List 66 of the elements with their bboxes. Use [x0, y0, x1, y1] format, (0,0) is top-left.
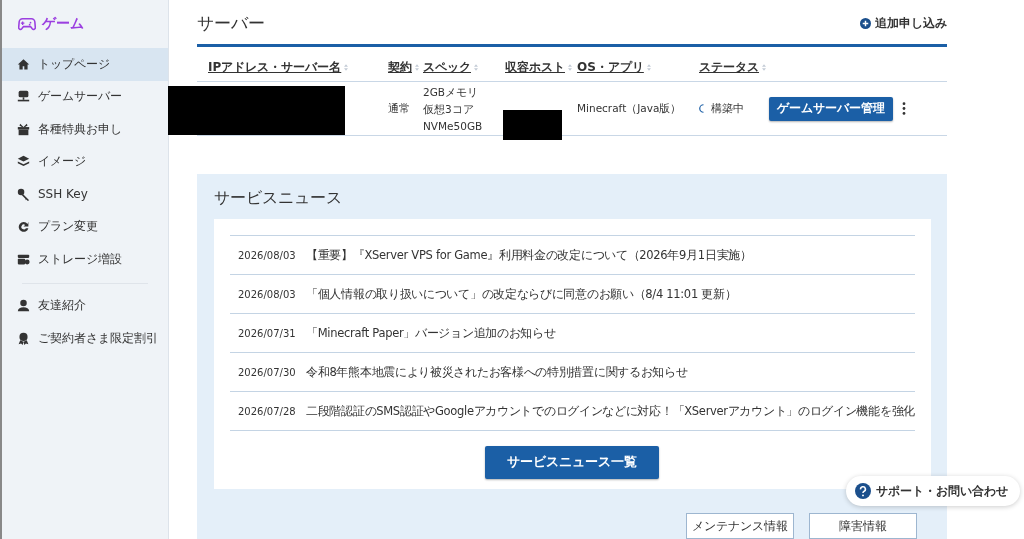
sidebar-item[interactable]: イメージ	[2, 145, 168, 178]
plus-icon	[859, 17, 871, 29]
spinner-icon	[699, 104, 705, 114]
news-title: サービスニュース	[214, 188, 343, 209]
sidebar-item[interactable]: ゲームサーバー	[2, 80, 168, 113]
spec-line: 仮想3コア	[423, 102, 475, 117]
person-icon	[17, 299, 30, 313]
table-cell-text: Minecraft（Java版）	[577, 101, 683, 116]
spec-line: NVMe50GB	[423, 119, 484, 132]
news-text: 二段階認証のSMS認証やGoogleアカウントでのログインなどに対応！「XServerアカウント」のログイン機能を強化	[306, 403, 915, 419]
redaction-block	[503, 110, 562, 140]
info-button[interactable]: メンテナンス情報	[685, 513, 794, 539]
sidebar-item[interactable]: プラン変更	[2, 210, 168, 243]
sort-icon	[568, 64, 572, 72]
medal-icon	[17, 331, 30, 345]
sidebar-item[interactable]: ストレージ増設	[2, 243, 168, 276]
column-header[interactable]: 収容ホスト	[505, 59, 565, 77]
news-text: 令和8年熊本地震により被災されたお客様への特別措置に関するお知らせ	[306, 364, 688, 380]
column-header[interactable]: IPアドレス・サーバー名	[208, 59, 342, 77]
gift-icon	[17, 122, 30, 136]
table-cell-text: 通常	[388, 101, 411, 116]
sidebar-item[interactable]: ご契約者さま限定割引	[2, 322, 168, 355]
home-icon	[17, 57, 30, 71]
more-icon[interactable]	[902, 102, 906, 116]
spec-line: 2GBメモリ	[423, 85, 480, 100]
sort-icon	[415, 64, 419, 72]
news-text: 【重要】『XServer VPS for Game』利用料金の改定について（2026年9月1日実施）	[306, 247, 752, 263]
refresh-icon	[17, 220, 30, 234]
sidebar-item[interactable]: 友達紹介	[2, 289, 168, 322]
news-date: 2026/07/28	[237, 405, 297, 417]
layers-icon	[17, 155, 30, 169]
news-text: 「個人情報の取り扱いについて」の改定ならびに同意のお願い（8/4 11:01 更新）	[306, 286, 737, 302]
news-item[interactable]: 2026/08/03 【重要】『XServer VPS for Game』利用料金の改定について（2026年9月1日実施）	[230, 235, 915, 274]
server-icon	[17, 90, 30, 104]
news-text: 「Minecraft Paper」バージョン追加のお知らせ	[306, 325, 556, 341]
news-date: 2026/08/03	[237, 249, 297, 261]
sort-icon	[474, 64, 478, 72]
news-item[interactable]: 2026/07/30 令和8年熊本地震により被災されたお客様への特別措置に関するお知らせ	[230, 352, 915, 391]
gamepad-icon	[18, 17, 36, 31]
news-date: 2026/07/30	[237, 366, 297, 378]
sidebar-item[interactable]: 各種特典お申し	[2, 113, 168, 146]
add-request-link[interactable]: 追加申し込み	[859, 14, 947, 32]
column-header[interactable]: OS・アプリ	[577, 59, 644, 77]
column-header[interactable]: ステータス	[699, 59, 759, 77]
news-item[interactable]: 2026/07/31 「Minecraft Paper」バージョン追加のお知らせ	[230, 313, 915, 352]
support-button[interactable]: サポート・お問い合わせ	[846, 476, 1020, 506]
news-item[interactable]: 2026/08/03 「個人情報の取り扱いについて」の改定ならびに同意のお願い（8/4 11:01 更新）	[230, 274, 915, 313]
sidebar-item[interactable]: トップページ	[2, 48, 168, 81]
sort-icon	[646, 64, 651, 72]
storage-icon	[17, 252, 30, 266]
news-date: 2026/07/31	[237, 327, 297, 339]
column-header[interactable]: スペック	[423, 59, 471, 77]
key-icon	[17, 187, 30, 201]
manage-button[interactable]: ゲームサーバー管理	[769, 96, 893, 121]
help-icon	[855, 483, 871, 499]
column-header[interactable]: 契約	[388, 59, 412, 77]
sidebar-item[interactable]: SSH Key	[2, 178, 168, 211]
status-text: 構築中	[711, 101, 744, 116]
sort-icon	[344, 64, 349, 72]
info-button[interactable]: 障害情報	[808, 513, 917, 539]
news-item[interactable]: 2026/07/28 二段階認証のSMS認証やGoogleアカウントでのログインなどに対応！「XServerアカウント」のログイン機能を強化	[230, 391, 915, 431]
app-title: ゲーム	[42, 15, 84, 33]
sort-icon	[762, 64, 766, 72]
news-list-button[interactable]: サービスニュース一覧	[485, 446, 660, 479]
section-title: サーバー	[197, 11, 265, 35]
news-date: 2026/08/03	[237, 288, 297, 300]
